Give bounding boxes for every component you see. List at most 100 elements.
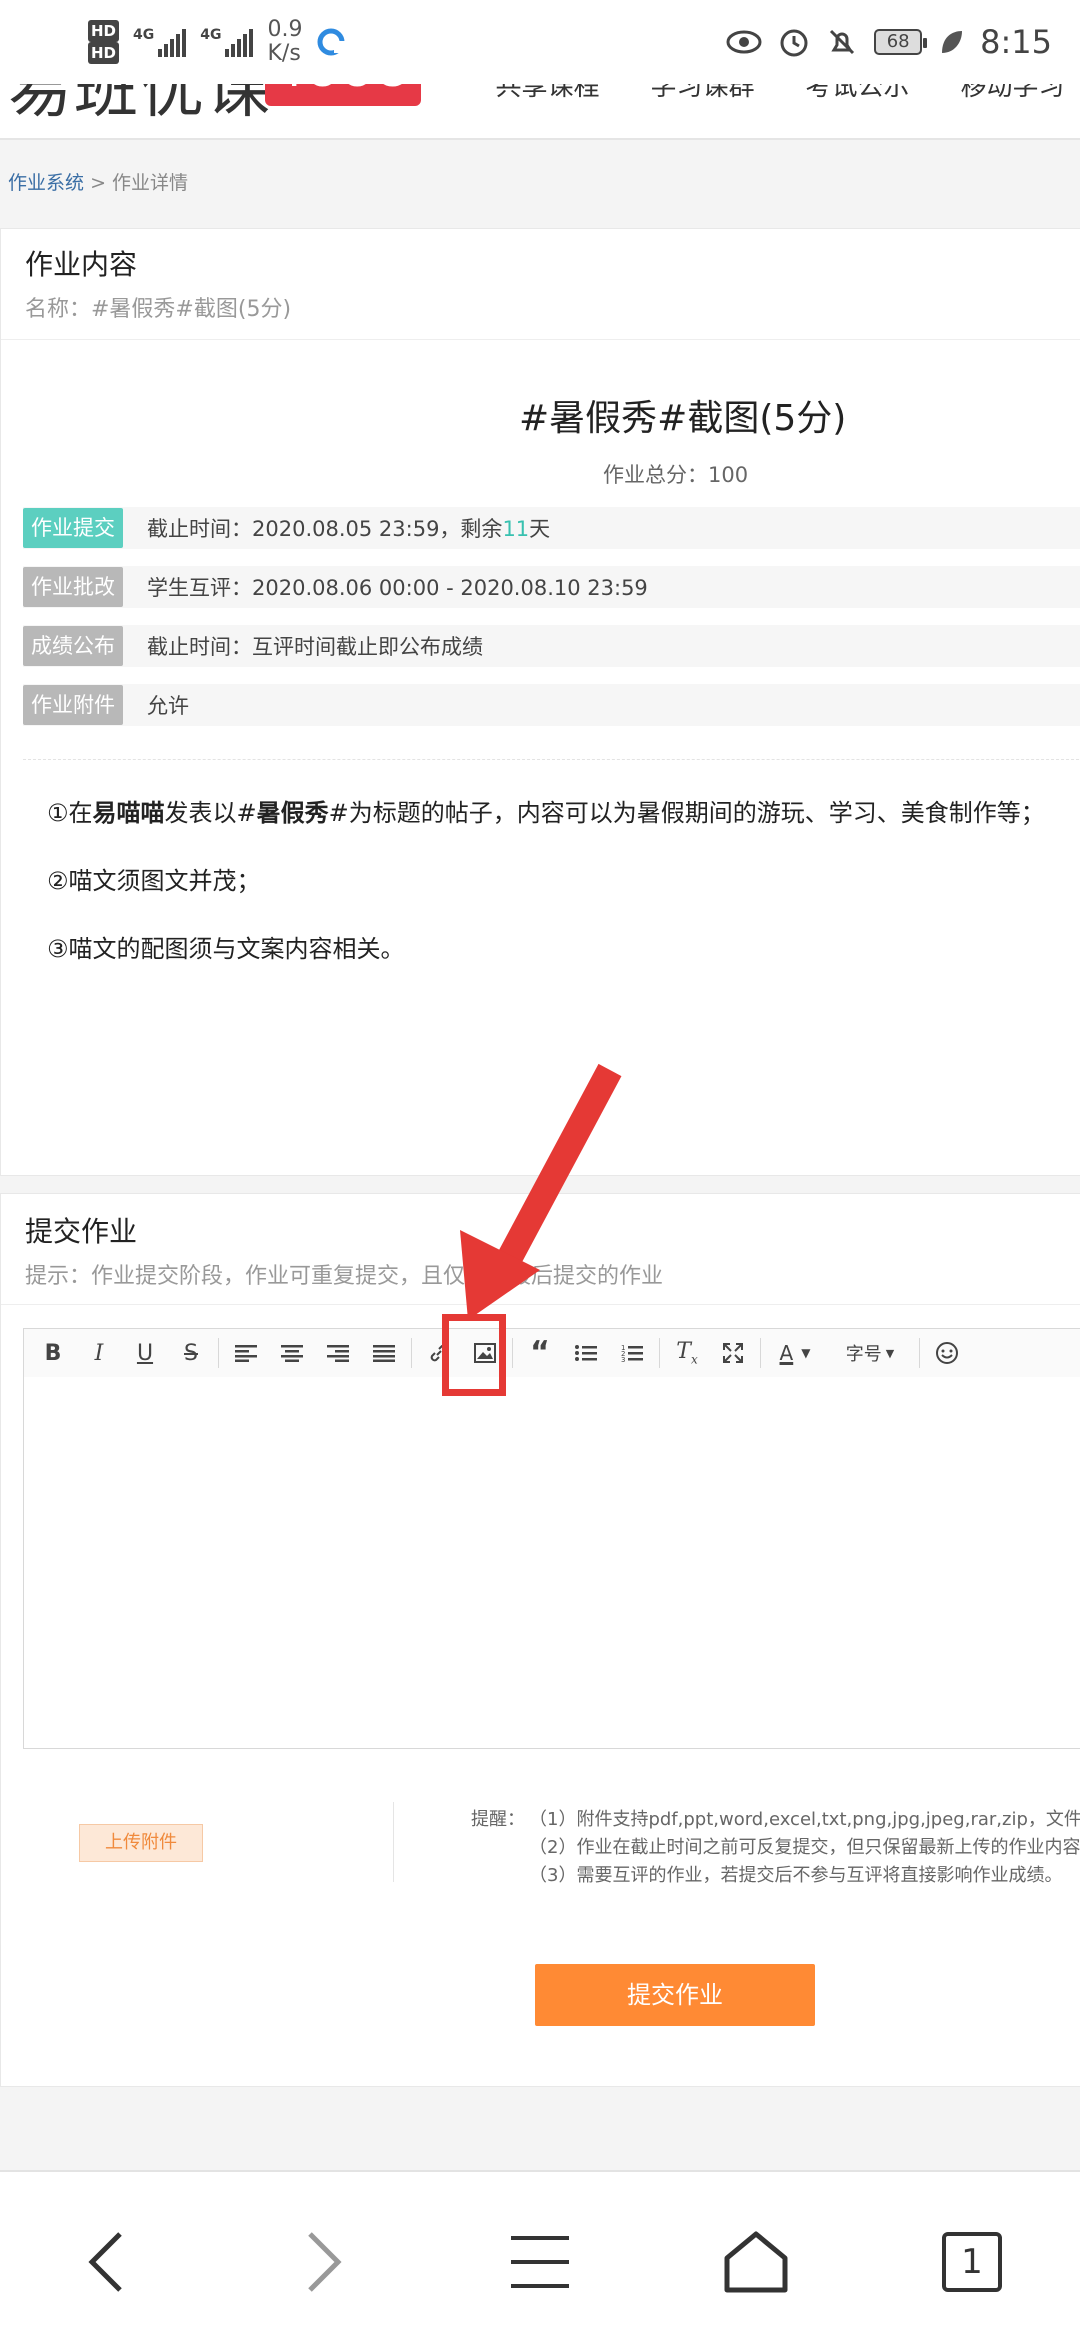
- menu-button[interactable]: [500, 2222, 580, 2302]
- toolbar-separator: [411, 1338, 412, 1368]
- italic-button[interactable]: I: [76, 1333, 122, 1373]
- bullet-list-icon: [575, 1345, 597, 1361]
- tips-label: 提醒：: [471, 1809, 525, 1830]
- font-size-dropdown-icon: ▼: [885, 1346, 895, 1360]
- numbered-list-icon: 123: [621, 1344, 643, 1363]
- dashed-divider: [23, 759, 1080, 760]
- align-right-button[interactable]: [315, 1333, 361, 1373]
- homework-name: 名称：#暑假秀#截图(5分): [25, 297, 292, 322]
- requirement-1: ①在易喵喵发表以#暑假秀#为标题的帖子，内容可以为暑假期间的游玩、学习、美食制作…: [47, 793, 1045, 828]
- blockquote-button[interactable]: “: [517, 1333, 563, 1373]
- signal-icon-2: 4G: [200, 27, 254, 57]
- toolbar-separator: [659, 1338, 660, 1368]
- fullscreen-button[interactable]: [710, 1333, 756, 1373]
- req1-bold-app: 易喵喵: [92, 799, 165, 827]
- breadcrumb-separator: >: [90, 172, 106, 194]
- font-size-dropdown[interactable]: 字号 ▼: [825, 1333, 915, 1373]
- tip-3: （3）需要互评的作业，若提交后不参与互评将直接影响作业成绩。: [529, 1865, 1063, 1886]
- font-size-label: 字号: [845, 1344, 882, 1365]
- underline-button[interactable]: U: [122, 1333, 168, 1373]
- hd-indicator: HD HD: [88, 20, 120, 64]
- info-row-submit: 作业提交 截止时间：2020.08.05 23:59，剩余11天: [23, 507, 1080, 549]
- tip-line-2: （2）作业在截止时间之前可反复提交，但只保留最新上传的作业内容: [471, 1834, 1080, 1862]
- homework-title: #暑假秀#截图(5分): [519, 398, 847, 439]
- annotation-arrow: [460, 1063, 622, 1320]
- info-row-review: 作业批改 学生互评：2020.08.06 00:00 - 2020.08.10 …: [23, 566, 1080, 608]
- tabs-button[interactable]: 1: [932, 2222, 1012, 2302]
- submit-deadline: 截止时间：2020.08.05 23:59，剩余11天: [147, 513, 550, 543]
- font-color-button[interactable]: A ▼: [765, 1333, 825, 1373]
- smiley-icon: [936, 1342, 958, 1364]
- network-speed: 0.9 K/s: [267, 18, 302, 66]
- toolbar-separator: [919, 1338, 920, 1368]
- clear-format-button[interactable]: Tx: [664, 1333, 710, 1373]
- tag-attachment: 作业附件: [23, 685, 123, 725]
- tip-2: （2）作业在截止时间之前可反复提交，但只保留最新上传的作业内容: [529, 1837, 1080, 1858]
- forward-arrow-icon: [308, 2232, 342, 2292]
- req1-part-c: 发表以#: [164, 799, 257, 827]
- peer-review-period: 学生互评：2020.08.06 00:00 - 2020.08.10 23:59: [147, 576, 648, 600]
- align-left-icon: [235, 1345, 257, 1362]
- divider: [1, 339, 1080, 340]
- req1-part-a: ①在: [47, 799, 93, 827]
- tag-submit: 作业提交: [23, 508, 123, 548]
- speed-value: 0.9: [267, 17, 303, 42]
- hd-badge-1: HD: [88, 20, 120, 42]
- align-center-button[interactable]: [269, 1333, 315, 1373]
- align-right-icon: [327, 1345, 349, 1362]
- emoji-button[interactable]: [924, 1333, 970, 1373]
- editor-toolbar: B I U S “ 123 Tx A ▼ 字号 ▼: [23, 1328, 1080, 1378]
- submit-homework-button[interactable]: 提交作业: [535, 1964, 815, 2026]
- speed-unit: K/s: [267, 41, 301, 66]
- upload-attachment-button[interactable]: 上传附件: [79, 1824, 203, 1862]
- toolbar-separator: [512, 1338, 513, 1368]
- back-button[interactable]: [66, 2222, 146, 2302]
- homework-total-score: 作业总分：100: [603, 463, 749, 487]
- requirement-3: ③喵文的配图须与文案内容相关。: [47, 935, 405, 963]
- breadcrumb-current: 作业详情: [112, 172, 189, 194]
- upload-tips: 提醒： （1）附件支持pdf,ppt,word,excel,txt,png,jpg…: [471, 1806, 1080, 1890]
- tag-review: 作业批改: [23, 567, 123, 607]
- content-section-title: 作业内容: [25, 248, 138, 281]
- numbered-list-button[interactable]: 123: [609, 1333, 655, 1373]
- breadcrumb-homework-system[interactable]: 作业系统: [8, 172, 84, 194]
- req1-part-e: #为标题的帖子，内容可以为暑假期间的游玩、学习、美食制作等；: [328, 799, 1045, 827]
- homework-editor-area[interactable]: [23, 1377, 1080, 1749]
- tip-line-1: 提醒： （1）附件支持pdf,ppt,word,excel,txt,png,jpg…: [471, 1806, 1080, 1834]
- home-button[interactable]: [716, 2222, 796, 2302]
- deadline-text: 截止时间：2020.08.05 23:59，剩余: [147, 517, 503, 541]
- annotation-highlight-box: [442, 1314, 506, 1396]
- menu-icon: [511, 2236, 569, 2288]
- strikethrough-button[interactable]: S: [168, 1333, 214, 1373]
- network-type-1: 4G: [133, 27, 155, 43]
- status-bar: HD HD 4G 4G 0.9 K/s 68 8:15: [0, 0, 1080, 84]
- bullet-list-button[interactable]: [563, 1333, 609, 1373]
- req1-bold-topic: 暑假秀: [256, 799, 329, 827]
- days-remaining: 11: [502, 517, 530, 541]
- toolbar-separator: [218, 1338, 219, 1368]
- toolbar-separator: [760, 1338, 761, 1368]
- home-icon: [724, 2231, 788, 2293]
- tabs-count: 1: [942, 2232, 1002, 2292]
- tip-1: （1）附件支持pdf,ppt,word,excel,txt,png,jpg,jp…: [529, 1809, 1080, 1830]
- forward-button[interactable]: [284, 2222, 364, 2302]
- browser-app-icon: [317, 28, 347, 56]
- grades-publish-info: 截止时间：互评时间截止即公布成绩: [147, 635, 483, 659]
- fullscreen-icon: [723, 1343, 743, 1363]
- back-arrow-icon: [88, 2232, 122, 2292]
- alarm-icon: [780, 29, 808, 57]
- justify-icon: [373, 1345, 395, 1362]
- eye-icon: [726, 30, 762, 54]
- network-type-2: 4G: [200, 27, 222, 43]
- info-row-grades: 成绩公布 截止时间：互评时间截止即公布成绩: [23, 625, 1080, 667]
- leaf-icon: [942, 31, 963, 53]
- clock: 8:15: [980, 23, 1052, 61]
- signal-icon-1: 4G: [133, 27, 187, 57]
- bold-button[interactable]: B: [30, 1333, 76, 1373]
- info-row-attachment: 作业附件 允许: [23, 684, 1080, 726]
- justify-button[interactable]: [361, 1333, 407, 1373]
- tag-grades: 成绩公布: [23, 626, 123, 666]
- align-center-icon: [281, 1345, 303, 1362]
- align-left-button[interactable]: [223, 1333, 269, 1373]
- bottom-nav: 1: [0, 2170, 1080, 2340]
